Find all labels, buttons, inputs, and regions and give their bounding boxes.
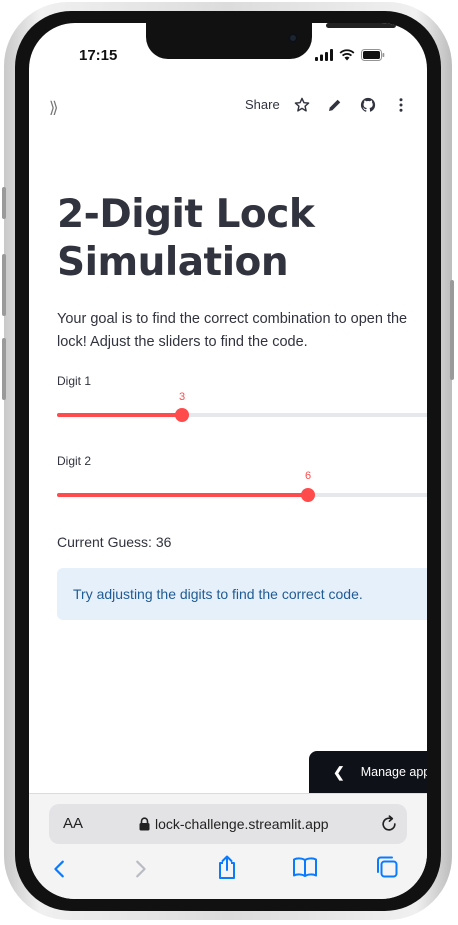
address-bar[interactable]: AA lock-challenge.streamlit.app bbox=[49, 804, 407, 844]
speaker bbox=[326, 23, 396, 28]
status-time: 17:15 bbox=[79, 47, 118, 64]
expand-sidebar-icon[interactable]: ⟩⟩ bbox=[49, 98, 59, 117]
chevron-left-icon: ❮ bbox=[333, 763, 345, 780]
github-icon[interactable] bbox=[359, 96, 377, 114]
url-text: lock-challenge.streamlit.app bbox=[155, 816, 329, 832]
slider-value-digit-1: 3 bbox=[178, 391, 186, 403]
power-button bbox=[450, 280, 454, 380]
slider-value-digit-2: 6 bbox=[304, 470, 312, 482]
action-button bbox=[2, 187, 6, 219]
info-alert-text: Try adjusting the digits to find the cor… bbox=[73, 586, 363, 602]
phone-frame: 17:15 ⟩⟩ Share 2-Digit Lock Simulation Y… bbox=[2, 2, 454, 920]
app-toolbar: ⟩⟩ Share bbox=[29, 93, 427, 121]
page-title-line-2: Simulation bbox=[57, 240, 289, 285]
current-guess: Current Guess: 36 bbox=[57, 534, 172, 550]
notch bbox=[146, 23, 396, 59]
slider-fill bbox=[57, 413, 182, 417]
slider-label-digit-2: Digit 2 bbox=[57, 454, 92, 468]
back-icon[interactable] bbox=[49, 858, 71, 880]
bookmarks-icon[interactable] bbox=[292, 856, 318, 878]
screen: 17:15 ⟩⟩ Share 2-Digit Lock Simulation Y… bbox=[29, 23, 427, 899]
status-icons bbox=[315, 49, 385, 61]
star-icon[interactable] bbox=[293, 96, 311, 114]
slider-fill bbox=[57, 493, 308, 497]
slider-digit-1[interactable] bbox=[57, 408, 427, 422]
share-icon[interactable] bbox=[215, 854, 239, 880]
battery-icon bbox=[361, 49, 385, 61]
reader-settings-button[interactable]: AA bbox=[63, 815, 83, 832]
signal-icon bbox=[315, 49, 333, 61]
info-alert: Try adjusting the digits to find the cor… bbox=[57, 568, 427, 620]
slider-label-digit-1: Digit 1 bbox=[57, 374, 92, 388]
tabs-icon[interactable] bbox=[375, 855, 399, 879]
phone-bezel: 17:15 ⟩⟩ Share 2-Digit Lock Simulation Y… bbox=[15, 11, 441, 911]
description: Your goal is to find the correct combina… bbox=[57, 308, 427, 354]
lock-icon bbox=[139, 817, 150, 831]
forward-icon bbox=[136, 860, 146, 878]
more-vert-icon[interactable] bbox=[392, 96, 410, 114]
text-size-icon: AA bbox=[63, 815, 84, 832]
description-line-2: lock! Adjust the sliders to find the cod… bbox=[57, 334, 308, 350]
volume-down-button bbox=[2, 338, 6, 400]
page-title: 2-Digit Lock Simulation bbox=[57, 191, 427, 287]
volume-up-button bbox=[2, 254, 6, 316]
wifi-icon bbox=[339, 49, 355, 61]
browser-bottom-bar: AA lock-challenge.streamlit.app bbox=[29, 793, 427, 899]
slider-digit-2[interactable] bbox=[57, 488, 427, 502]
page-title-line-1: 2-Digit Lock bbox=[57, 192, 315, 237]
description-line-1: Your goal is to find the correct combina… bbox=[57, 311, 408, 327]
reload-icon[interactable] bbox=[379, 814, 399, 834]
slider-thumb[interactable] bbox=[175, 408, 189, 422]
share-button[interactable]: Share bbox=[245, 97, 280, 112]
camera-icon bbox=[288, 33, 298, 43]
manage-app-label: Manage app bbox=[360, 765, 427, 779]
pencil-icon[interactable] bbox=[326, 96, 344, 114]
slider-thumb[interactable] bbox=[301, 488, 315, 502]
manage-app-button[interactable]: ❮ Manage app bbox=[309, 751, 427, 793]
